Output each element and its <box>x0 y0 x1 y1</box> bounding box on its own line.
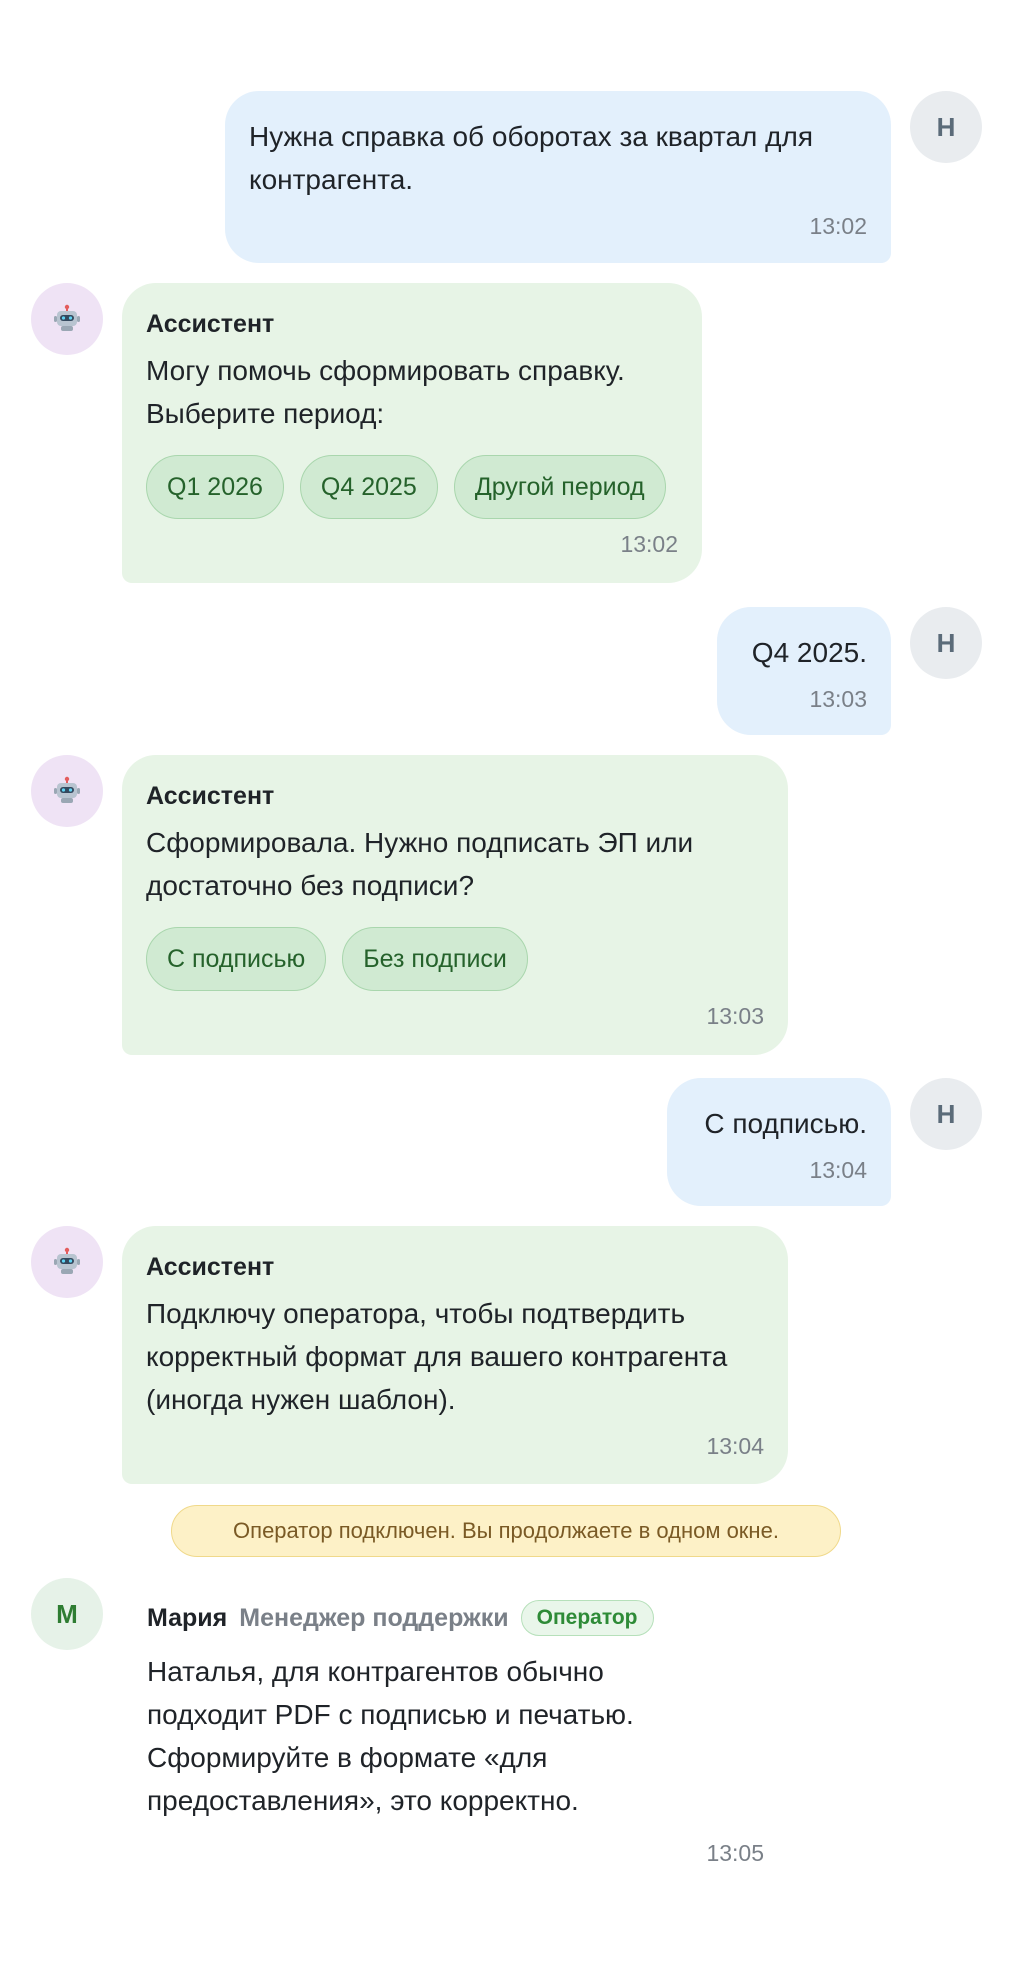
message-time: 13:05 <box>706 1840 764 1866</box>
message-text: Сформировала. Нужно подписать ЭП или дос… <box>146 827 694 901</box>
assistant-avatar <box>31 755 103 827</box>
message-text: Q4 2025. <box>751 637 867 668</box>
operator-connected-notice: Оператор подключен. Вы продолжаете в одн… <box>171 1505 841 1557</box>
message-text: С подписью. <box>704 1108 867 1139</box>
operator-message: Мария Менеджер поддержки Оператор Наталь… <box>147 1598 767 1867</box>
user-avatar-initial: Н <box>936 1098 956 1129</box>
message-time: 13:02 <box>620 531 678 557</box>
operator-name: Мария <box>147 1603 228 1632</box>
message-time: 13:02 <box>809 213 867 239</box>
sender-name: Ассистент <box>146 310 275 338</box>
assistant-message: Ассистент Могу помочь сформировать справ… <box>122 283 702 583</box>
quick-reply-other-period[interactable]: Другой период <box>453 455 666 519</box>
operator-avatar-initial: М <box>56 1598 78 1629</box>
quick-replies: С подписью Без подписи <box>146 927 764 991</box>
operator-badge: Оператор <box>520 1600 654 1636</box>
assistant-message: Ассистент Сформировала. Нужно подписать … <box>122 755 788 1055</box>
user-message: Нужна справка об оборотах за квартал для… <box>225 91 891 263</box>
user-message: С подписью. 13:04 <box>667 1078 891 1206</box>
sender-name: Ассистент <box>146 1253 275 1281</box>
robot-icon <box>54 776 80 803</box>
sender-name: Ассистент <box>146 782 275 810</box>
user-avatar: Н <box>910 607 982 679</box>
quick-reply-without-signature[interactable]: Без подписи <box>342 927 528 991</box>
message-text: Наталья, для контрагентов обычно подходи… <box>147 1656 634 1816</box>
quick-replies: Q1 2026 Q4 2025 Другой период <box>146 455 678 519</box>
robot-icon <box>54 304 80 331</box>
operator-role: Менеджер поддержки <box>239 1603 509 1632</box>
operator-avatar: М <box>31 1578 103 1650</box>
user-message: Q4 2025. 13:03 <box>717 607 891 735</box>
message-text: Нужна справка об оборотах за квартал для… <box>249 121 814 195</box>
message-text: Подключу оператора, чтобы подтвердить ко… <box>146 1298 728 1415</box>
message-text: Могу помочь сформировать справку. Выбери… <box>146 355 625 429</box>
notice-text: Оператор подключен. Вы продолжаете в одн… <box>233 1518 779 1543</box>
chat-thread: Нужна справка об оборотах за квартал для… <box>0 0 1024 1974</box>
quick-reply-q4-2025[interactable]: Q4 2025 <box>299 455 438 519</box>
message-time: 13:04 <box>809 1157 867 1183</box>
assistant-avatar <box>31 1226 103 1298</box>
operator-header: Мария Менеджер поддержки Оператор <box>147 1598 767 1638</box>
user-avatar-initial: Н <box>936 111 956 142</box>
message-time: 13:04 <box>706 1433 764 1459</box>
quick-reply-with-signature[interactable]: С подписью <box>146 927 327 991</box>
quick-reply-q1-2026[interactable]: Q1 2026 <box>146 455 284 519</box>
assistant-message: Ассистент Подключу оператора, чтобы подт… <box>122 1226 788 1484</box>
user-avatar: Н <box>910 1078 982 1150</box>
user-avatar: Н <box>910 91 982 163</box>
message-time: 13:03 <box>706 1003 764 1029</box>
user-avatar-initial: Н <box>936 627 956 658</box>
robot-icon <box>54 1247 80 1274</box>
message-time: 13:03 <box>809 686 867 712</box>
assistant-avatar <box>31 283 103 355</box>
